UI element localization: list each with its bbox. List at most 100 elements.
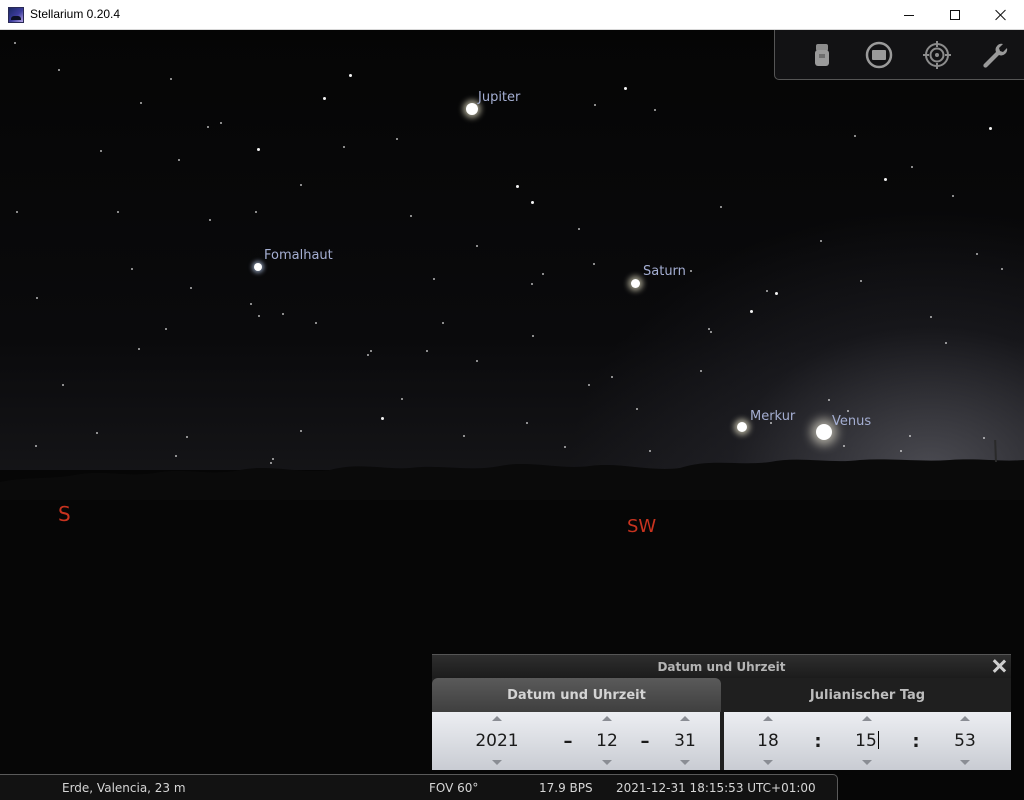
fomalhaut-label: Fomalhaut [264,248,333,263]
star [854,135,856,137]
tab-julian-day[interactable]: Julianischer Tag [724,678,1011,712]
star [708,328,710,330]
dialog-header[interactable]: Datum und Uhrzeit [432,654,1011,678]
maximize-button[interactable] [932,0,978,30]
star [909,435,911,437]
telescope-button[interactable] [807,40,837,70]
jupiter-marker[interactable] [466,103,478,115]
star [426,350,428,352]
star [594,104,596,106]
settings-button[interactable] [980,40,1010,70]
date-panel: 2021 – 12 – 31 [432,712,720,770]
fov-status: FOV 60° [429,781,479,795]
hour-down-arrow-icon[interactable] [763,760,773,765]
year-down-arrow-icon[interactable] [492,760,502,765]
jupiter-label: Jupiter [478,90,521,105]
day-value[interactable]: 31 [657,731,713,751]
star [766,290,768,292]
title-bar: Stellarium 0.20.4 [0,0,1024,30]
tab-date-time[interactable]: Datum und Uhrzeit [432,678,721,712]
star [593,263,595,265]
star [207,126,209,128]
year-value[interactable]: 2021 [469,731,525,751]
minute-spinbox[interactable]: 15 [839,712,895,770]
window-icon [865,41,893,69]
star [367,354,369,356]
window-button[interactable] [864,40,894,70]
star [636,408,638,410]
star [96,432,98,434]
day-up-arrow-icon[interactable] [680,716,690,721]
star [1001,268,1003,270]
month-up-arrow-icon[interactable] [602,716,612,721]
text-caret [877,731,879,749]
star [516,185,519,188]
target-button[interactable] [922,40,952,70]
star [775,292,778,295]
minute-field[interactable]: 15 [839,731,895,751]
star [542,273,544,275]
second-down-arrow-icon[interactable] [960,760,970,765]
date-separator: – [640,731,650,752]
star [433,278,435,280]
hour-spinbox[interactable]: 18 [740,712,796,770]
star [401,398,403,400]
time-separator: : [912,731,920,752]
star [300,430,302,432]
second-up-arrow-icon[interactable] [960,716,970,721]
star [945,342,947,344]
month-down-arrow-icon[interactable] [602,760,612,765]
month-value[interactable]: 12 [579,731,635,751]
hour-value[interactable]: 18 [740,731,796,751]
star [983,437,985,439]
hour-up-arrow-icon[interactable] [763,716,773,721]
dialog-title: Datum und Uhrzeit [657,660,786,674]
dialog-close-icon[interactable] [991,658,1007,674]
close-button[interactable] [978,0,1024,30]
second-spinbox[interactable]: 53 [937,712,993,770]
star [381,417,384,420]
star [165,328,167,330]
day-down-arrow-icon[interactable] [680,760,690,765]
star [847,410,849,412]
star [349,74,352,77]
minute-up-arrow-icon[interactable] [862,716,872,721]
star [476,360,478,362]
year-spinbox[interactable]: 2021 [469,712,525,770]
location-status: Erde, Valencia, 23 m [62,781,186,795]
star [14,42,16,44]
year-up-arrow-icon[interactable] [492,716,502,721]
star [282,313,284,315]
merkur-label: Merkur [750,409,796,424]
minimize-button[interactable] [886,0,932,30]
star [463,435,465,437]
star [654,109,656,111]
minute-value: 15 [855,731,877,751]
star [700,370,702,372]
star [170,78,172,80]
second-value[interactable]: 53 [937,731,993,751]
star [117,211,119,213]
venus-marker[interactable] [816,424,832,440]
star [62,384,64,386]
star [976,253,978,255]
time-panel: 18 : 15 : 53 [724,712,1011,770]
fomalhaut-marker[interactable] [254,263,262,271]
star [531,201,534,204]
target-icon [923,41,951,69]
venus-label: Venus [832,414,872,429]
star [476,245,478,247]
star [410,215,412,217]
saturn-marker[interactable] [631,279,640,288]
minute-down-arrow-icon[interactable] [862,760,872,765]
time-separator: : [814,731,822,752]
day-spinbox[interactable]: 31 [657,712,713,770]
month-spinbox[interactable]: 12 [579,712,635,770]
star [588,384,590,386]
star [952,195,954,197]
star [690,270,692,272]
top-toolbar [774,30,1024,80]
maximize-icon [950,10,960,20]
merkur-marker[interactable] [737,422,747,432]
star [257,148,260,151]
